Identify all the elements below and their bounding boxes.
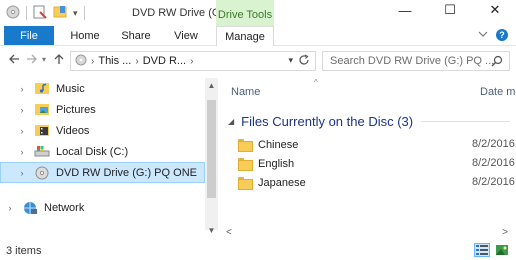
nav-item-network[interactable]: › Network — [0, 197, 205, 218]
group-header[interactable]: ◢ Files Currently on the Disc (3) — [228, 111, 516, 131]
tab-file[interactable]: File — [4, 26, 54, 45]
breadcrumb-separator-icon: › — [190, 55, 194, 67]
column-header-name[interactable]: Name — [231, 86, 260, 98]
ribbon-tabs: File Home Share View Manage ? — [0, 26, 516, 46]
new-folder-icon[interactable] — [53, 5, 67, 22]
tab-share[interactable]: Share — [114, 26, 158, 45]
music-folder-icon — [34, 82, 50, 96]
details-view-icon[interactable] — [474, 243, 490, 257]
nav-scrollbar[interactable]: ▲ — [205, 78, 218, 230]
sort-ascending-icon: ^ — [314, 78, 318, 87]
properties-icon[interactable] — [33, 5, 47, 22]
up-arrow-icon[interactable] — [54, 53, 64, 68]
folder-icon — [238, 158, 253, 171]
item-count: 3 items — [6, 245, 42, 257]
large-icons-view-icon[interactable] — [494, 243, 510, 257]
chevron-down-icon[interactable] — [478, 29, 488, 41]
context-tab-drive-tools: Drive Tools — [216, 0, 274, 26]
nav-item-label: Videos — [56, 124, 90, 137]
quick-access-toolbar: ▾ — [6, 5, 85, 21]
expand-chevron-icon[interactable]: › — [16, 105, 28, 115]
search-placeholder: Search DVD RW Drive (G:) PQ ... — [330, 55, 495, 67]
pictures-folder-icon — [34, 103, 50, 117]
videos-folder-icon — [34, 124, 50, 138]
column-header-date[interactable]: Date mod — [480, 86, 516, 98]
tab-home[interactable]: Home — [62, 26, 108, 45]
network-icon — [22, 201, 38, 215]
toolbar-divider — [83, 6, 85, 20]
nav-item-pictures[interactable]: › Pictures — [0, 99, 205, 120]
list-item[interactable]: Chinese 8/2/2016 — [238, 135, 516, 154]
group-title: Files Currently on the Disc (3) — [241, 113, 414, 129]
toolbar-divider — [26, 6, 27, 20]
expand-chevron-icon[interactable]: › — [16, 126, 28, 136]
nav-item-label: Local Disk (C:) — [56, 145, 129, 158]
dvd-drive-icon[interactable] — [6, 5, 20, 22]
folder-icon — [238, 139, 253, 152]
file-name: Chinese — [258, 138, 299, 151]
minimize-button[interactable]: — — [384, 0, 426, 20]
search-icon[interactable] — [491, 55, 503, 70]
status-bar: 3 items — [0, 240, 516, 260]
expand-chevron-icon[interactable]: › — [16, 147, 28, 157]
file-name: Japanese — [258, 176, 306, 189]
nav-item-music[interactable]: › Music — [0, 78, 205, 99]
scroll-up-icon[interactable]: ▲ — [205, 81, 218, 90]
horizontal-scrollbar[interactable]: < > — [218, 227, 516, 239]
nav-item-label: Network — [44, 201, 85, 214]
help-button[interactable]: ? — [496, 29, 508, 41]
folder-icon — [238, 177, 253, 190]
customize-toolbar-icon[interactable]: ▾ — [73, 8, 78, 19]
nav-item-local-disk[interactable]: › Local Disk (C:) — [0, 141, 205, 162]
expand-chevron-icon[interactable]: › — [16, 84, 28, 94]
tab-view[interactable]: View — [164, 26, 208, 45]
breadcrumb-separator-icon: › — [91, 55, 95, 67]
breadcrumb-this-pc[interactable]: This ... — [98, 55, 131, 67]
title-bar: ▾ DVD RW Drive (G:) P... Drive Tools — ☐… — [0, 0, 516, 26]
collapse-group-icon[interactable]: ◢ — [228, 117, 234, 126]
scroll-left-icon[interactable]: < — [226, 227, 232, 238]
nav-item-label: DVD RW Drive (G:) PQ ONE — [56, 166, 197, 179]
address-row: ▾ › This ... › DVD R... › ▾ Search DVD R… — [0, 47, 516, 75]
breadcrumb-separator-icon: › — [135, 55, 139, 67]
scroll-right-icon[interactable]: > — [502, 227, 508, 238]
nav-item-label: Pictures — [56, 103, 96, 116]
refresh-icon[interactable] — [298, 54, 310, 69]
list-item[interactable]: Japanese 8/2/2016 — [238, 173, 516, 192]
dvd-drive-icon — [75, 54, 87, 69]
nav-item-label: Music — [56, 82, 85, 95]
file-date: 8/2/2016 — [472, 138, 515, 150]
file-date: 8/2/2016 — [472, 176, 515, 188]
list-item[interactable]: English 8/2/2016 — [238, 154, 516, 173]
recent-locations-icon[interactable]: ▾ — [42, 55, 46, 64]
group-divider — [421, 120, 510, 122]
search-input[interactable]: Search DVD RW Drive (G:) PQ ... — [322, 51, 510, 71]
back-arrow-icon[interactable] — [8, 53, 20, 68]
local-disk-icon — [34, 145, 50, 159]
expand-chevron-icon[interactable]: › — [4, 203, 16, 213]
maximize-button[interactable]: ☐ — [429, 0, 471, 20]
scroll-down-icon[interactable]: ▼ — [205, 226, 218, 235]
expand-chevron-icon[interactable]: › — [16, 168, 28, 178]
address-dropdown-icon[interactable]: ▾ — [288, 55, 293, 66]
address-bar[interactable]: › This ... › DVD R... › ▾ — [70, 51, 316, 71]
nav-item-dvd-drive[interactable]: › DVD RW Drive (G:) PQ ONE — [0, 162, 205, 183]
forward-arrow-icon[interactable] — [26, 53, 38, 68]
file-name: English — [258, 157, 295, 170]
column-headers: ^ Name Date mod — [218, 78, 516, 102]
breadcrumb-dvd-drive[interactable]: DVD R... — [143, 55, 186, 67]
tab-manage[interactable]: Manage — [216, 26, 274, 46]
file-date: 8/2/2016 — [472, 157, 515, 169]
navigation-pane: › Music › Pictures › Videos › Local Disk… — [0, 78, 218, 230]
nav-item-videos[interactable]: › Videos — [0, 120, 205, 141]
scrollbar-thumb[interactable] — [207, 100, 216, 198]
file-list-pane: ^ Name Date mod ◢ Files Currently on the… — [218, 78, 516, 230]
dvd-drive-icon — [34, 166, 50, 180]
close-button[interactable]: ✕ — [474, 0, 516, 20]
ribbon-controls: ? — [478, 29, 508, 41]
